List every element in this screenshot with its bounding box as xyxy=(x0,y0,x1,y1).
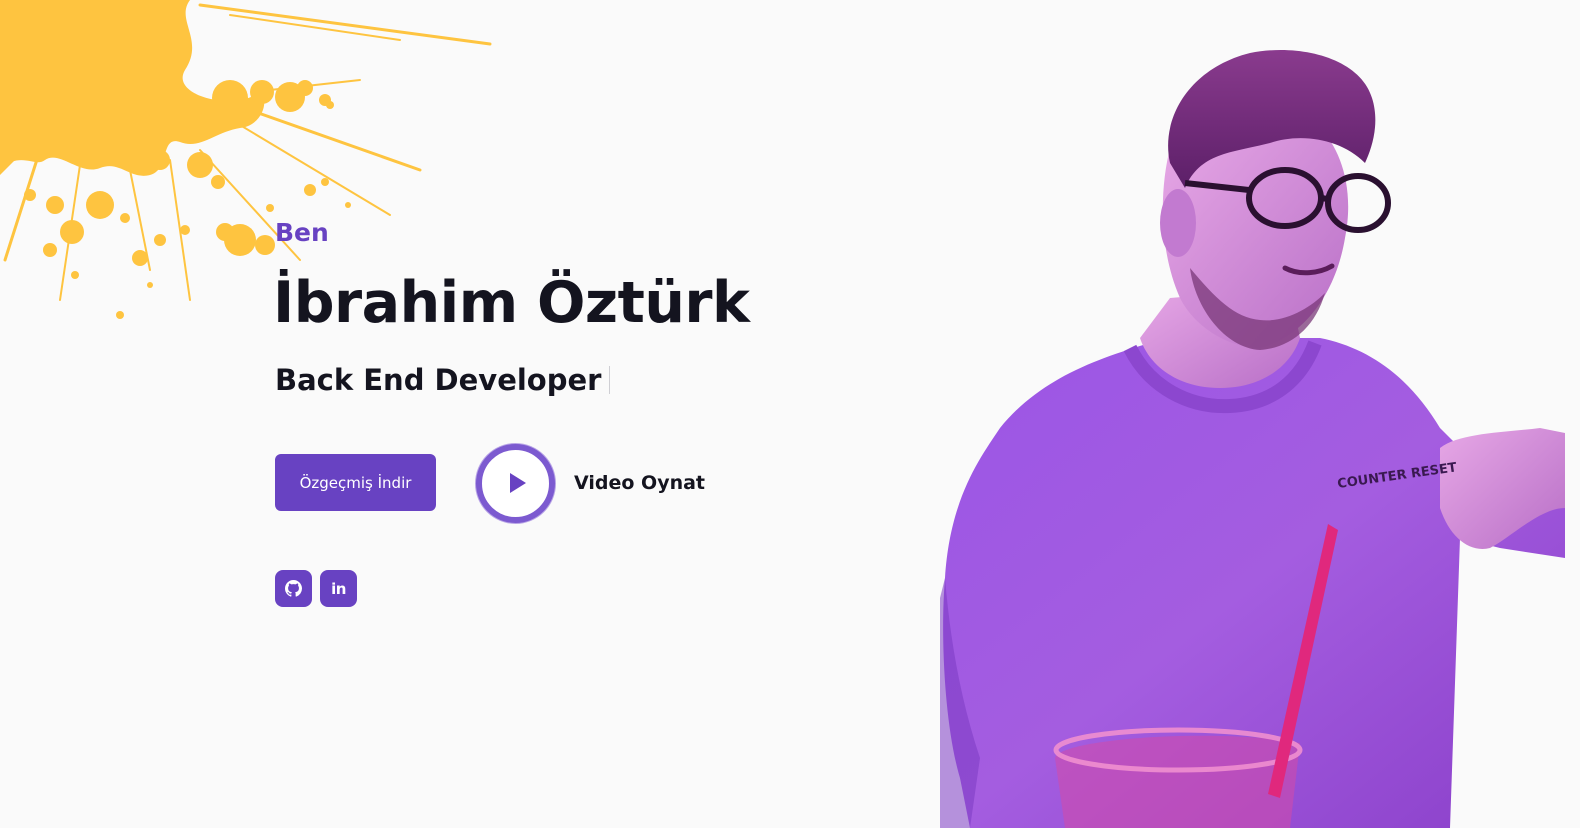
linkedin-link[interactable]: in xyxy=(320,570,357,607)
play-video-button[interactable]: Video Oynat xyxy=(476,443,705,523)
hero-name: İbrahim Öztürk xyxy=(273,270,750,336)
github-icon xyxy=(285,580,302,597)
hero-role-text: Back End Developer xyxy=(275,363,602,397)
typing-cursor xyxy=(609,366,611,394)
github-link[interactable] xyxy=(275,570,312,607)
linkedin-icon: in xyxy=(331,579,346,598)
profile-portrait: COUNTER RESET xyxy=(940,50,1565,828)
hero-role: Back End Developer xyxy=(275,362,611,398)
play-button-ring[interactable] xyxy=(476,443,555,523)
play-video-label[interactable]: Video Oynat xyxy=(574,472,705,494)
play-icon xyxy=(509,473,526,493)
hero-intro: Ben xyxy=(275,218,329,247)
download-cv-button[interactable]: Özgeçmiş İndir xyxy=(275,454,436,511)
social-links: in xyxy=(275,570,357,607)
